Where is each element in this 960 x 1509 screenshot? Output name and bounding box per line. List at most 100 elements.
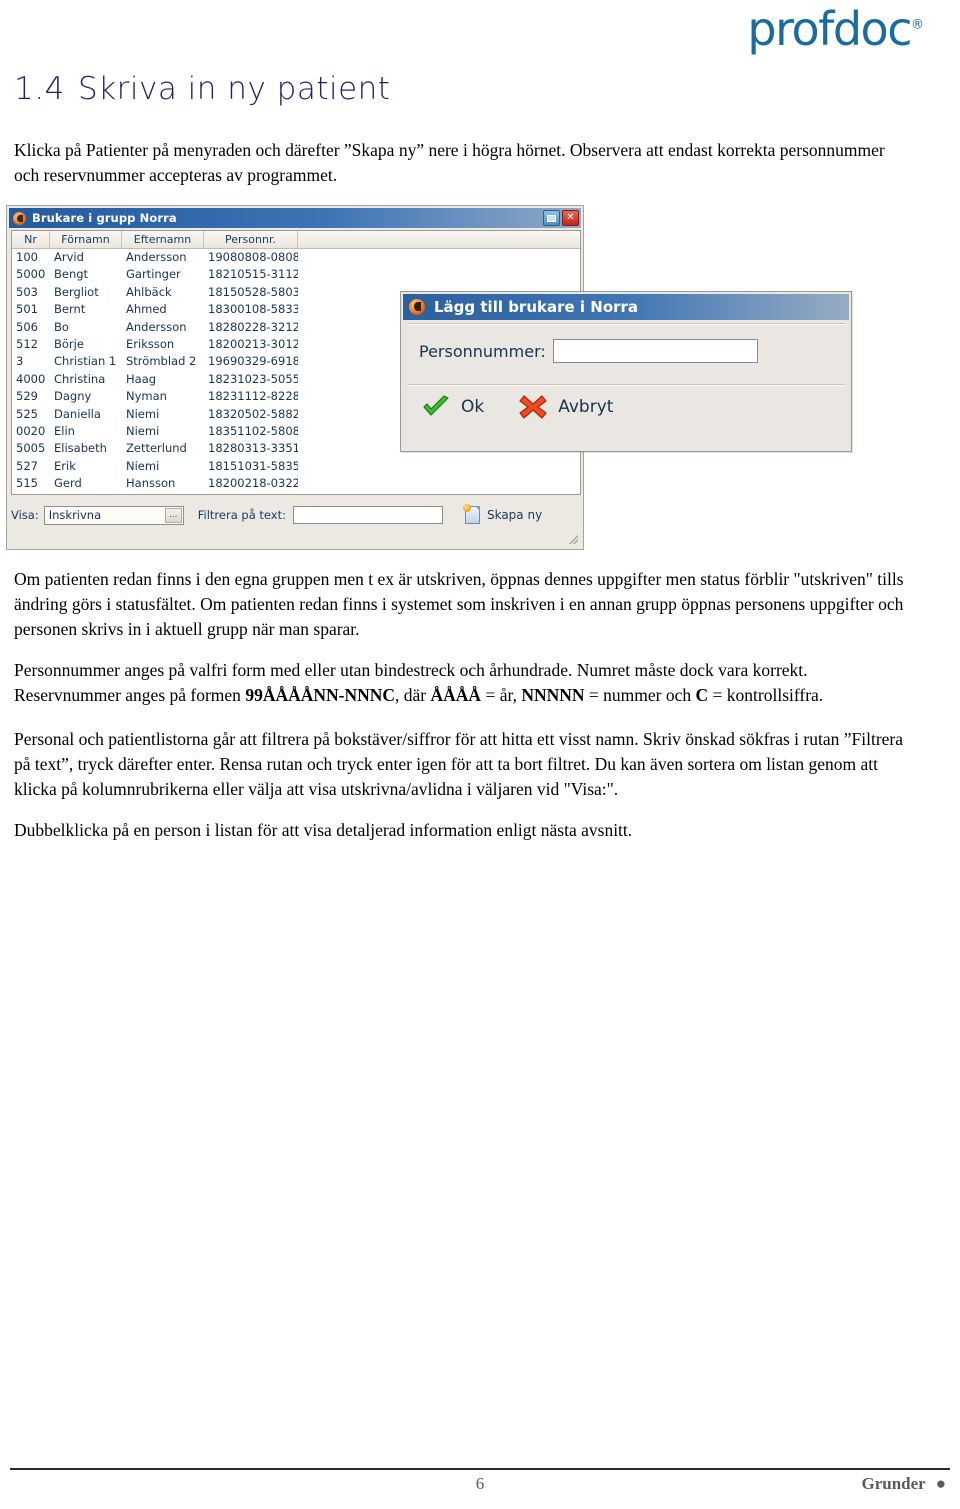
table-cell-filler xyxy=(298,266,580,283)
table-cell: 100 xyxy=(16,250,38,264)
table-cell: 0020 xyxy=(16,423,46,438)
table-cell: 18231112-8228 xyxy=(208,389,298,404)
application-screenshot: Brukare i grupp Norra ✕ Nr Förnamn Efter… xyxy=(6,205,866,550)
new-document-icon xyxy=(462,504,480,524)
dialog-actions: Ok Avbryt xyxy=(401,386,851,420)
table-cell: Strömblad 2 xyxy=(126,354,197,369)
table-cell: Ahlbäck xyxy=(126,284,172,299)
column-header-efternamn[interactable]: Efternamn xyxy=(122,231,204,248)
page-number: 6 xyxy=(475,1474,485,1493)
table-cell: Hansson xyxy=(126,476,176,491)
table-cell: Niemi xyxy=(126,406,160,421)
registered-mark: ® xyxy=(911,17,924,33)
app-orange-icon xyxy=(13,211,26,225)
table-cell: 506 xyxy=(16,319,38,334)
table-cell-filler xyxy=(298,475,580,492)
table-cell: Niemi xyxy=(126,458,160,473)
table-cell: 18210515-3112 xyxy=(208,267,298,282)
format-kontrollsiffra: C xyxy=(695,685,709,705)
dialog-title-bar: Lägg till brukare i Norra xyxy=(403,294,849,320)
table-cell: 18300108-5833 xyxy=(208,302,298,317)
table-cell: 18150528-5803 xyxy=(208,284,298,299)
table-cell: 18280313-3351 xyxy=(208,441,298,456)
ok-label: Ok xyxy=(461,397,485,417)
table-cell: 525 xyxy=(16,406,38,421)
paragraph-2-line2c: , där xyxy=(395,685,431,705)
visa-selected-value: Inskrivna xyxy=(48,508,102,522)
close-window-button[interactable]: ✕ xyxy=(562,210,579,226)
table-cell: Elisabeth xyxy=(54,441,107,456)
table-cell: 18200218-0322 xyxy=(208,476,298,491)
table-cell: 527 xyxy=(16,458,38,473)
table-row[interactable]: 527 Erik Niemi 18151031-5835 xyxy=(12,458,580,475)
table-cell: 503 xyxy=(16,284,38,299)
table-row[interactable]: 100 Arvid Andersson 19080808-0808 xyxy=(12,249,580,266)
paragraph-2-line2a: Reservnummer anges på formen xyxy=(14,685,246,705)
profdoc-logo: profdoc® xyxy=(747,6,924,52)
footer-bullet: ● xyxy=(935,1474,946,1493)
table-cell: Andersson xyxy=(126,250,187,264)
column-header-fornamn[interactable]: Förnamn xyxy=(50,231,122,248)
table-cell: 18200213-3012 xyxy=(208,336,298,351)
table-cell: Börje xyxy=(54,336,84,351)
table-cell: 512 xyxy=(16,336,38,351)
table-cell: Daniella xyxy=(54,406,101,421)
paragraph-4: Dubbelklicka på en person i listan för a… xyxy=(14,820,633,840)
table-cell: 3 xyxy=(16,354,24,369)
window-title-bar: Brukare i grupp Norra ✕ xyxy=(9,208,581,228)
table-cell: 19690329-6918 xyxy=(208,354,298,369)
table-row[interactable]: 5000 Bengt Gartinger 18210515-3112 xyxy=(12,266,580,283)
section-number: 1.4 xyxy=(14,71,65,107)
visa-ellipsis-button[interactable]: ... xyxy=(164,507,182,523)
ok-button[interactable]: Ok xyxy=(421,395,484,419)
table-cell: Arvid xyxy=(54,250,84,264)
table-cell: 18151031-5835 xyxy=(208,458,298,473)
footer-divider xyxy=(10,1468,950,1470)
personnummer-input[interactable] xyxy=(552,339,758,363)
table-row[interactable]: 515 Gerd Hansson 18200218-0322 xyxy=(12,475,580,492)
table-cell: Andersson xyxy=(126,319,187,334)
table-cell: 19080808-0808 xyxy=(208,250,298,264)
filter-text-input[interactable] xyxy=(292,506,443,524)
table-cell: 18231023-5055 xyxy=(208,371,298,386)
paragraph-2-line2i: = kontrollsiffra. xyxy=(708,685,824,705)
dialog-title-text: Lägg till brukare i Norra xyxy=(434,298,639,316)
table-cell: Eriksson xyxy=(126,336,175,351)
resize-grip[interactable] xyxy=(566,532,578,544)
visa-select[interactable]: Inskrivna ... xyxy=(43,505,184,525)
format-ar: ÅÅÅÅ xyxy=(430,685,482,705)
table-cell: Haag xyxy=(126,371,157,386)
check-icon xyxy=(423,395,449,416)
avbryt-label: Avbryt xyxy=(558,397,614,417)
table-cell-filler xyxy=(298,249,580,266)
paragraph-1: Om patienten redan finns i den egna grup… xyxy=(14,569,904,639)
paragraph-2-line2g: = nummer och xyxy=(584,685,696,705)
table-cell: Bo xyxy=(54,319,69,334)
table-cell: Dagny xyxy=(54,389,92,404)
table-cell: 501 xyxy=(16,302,38,317)
table-cell: Christian 1 xyxy=(54,354,117,369)
footer-section-label: Grunder xyxy=(861,1474,926,1493)
section-title: Skriva in ny patient xyxy=(78,71,391,107)
table-cell: Gerd xyxy=(54,476,82,491)
format-reservnummer: 99ÅÅÅÅNN-NNNC xyxy=(245,685,396,705)
column-header-personnr[interactable]: Personnr. xyxy=(204,231,298,248)
table-cell: Gartinger xyxy=(126,267,181,282)
grid-header-row: Nr Förnamn Efternamn Personnr. xyxy=(12,231,580,249)
table-cell: Zetterlund xyxy=(126,441,187,456)
avbryt-button[interactable]: Avbryt xyxy=(518,394,613,420)
format-nummer: NNNNN xyxy=(521,685,585,705)
footer-section: Grunder ● xyxy=(861,1474,946,1494)
filter-label: Filtrera på text: xyxy=(197,508,286,522)
table-cell-filler xyxy=(298,458,580,475)
restore-window-button[interactable] xyxy=(543,210,560,226)
skapa-ny-button[interactable]: Skapa ny xyxy=(462,504,542,524)
column-header-nr[interactable]: Nr xyxy=(12,231,50,248)
table-cell: 515 xyxy=(16,476,38,491)
list-toolbar: Visa: Inskrivna ... Filtrera på text: Sk… xyxy=(11,500,581,530)
table-cell: 18320502-5882 xyxy=(208,406,298,421)
intro-paragraph: Klicka på Patienter på menyraden och där… xyxy=(14,140,885,185)
window-title-text: Brukare i grupp Norra xyxy=(32,211,177,225)
table-cell: 5005 xyxy=(16,441,46,456)
table-cell: Nyman xyxy=(126,389,167,404)
